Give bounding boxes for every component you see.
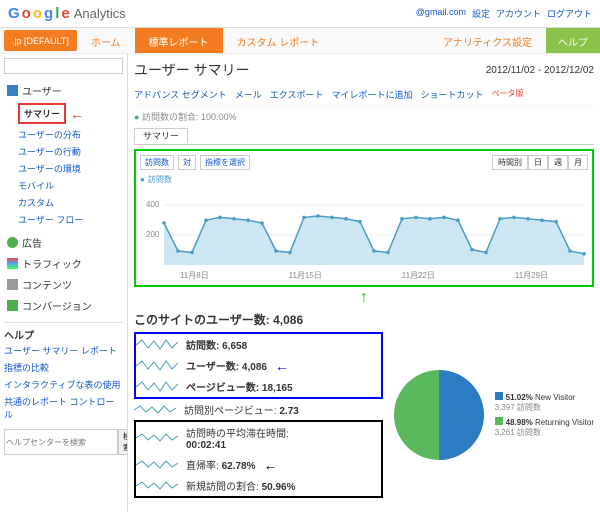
gran-hour[interactable]: 時間別: [492, 155, 528, 170]
x-tick: 11月22日: [402, 270, 435, 281]
pie-legend: 51.02% New Visitor3,397 訪問数 48.98% Retur…: [495, 390, 594, 440]
sparkline: [136, 380, 178, 394]
x-tick: 11月8日: [180, 270, 209, 281]
help-search-input[interactable]: [4, 429, 118, 455]
pie-chart: [389, 365, 489, 465]
gran-month[interactable]: 月: [568, 155, 588, 170]
sidebar-group-conversion[interactable]: コンバージョン: [4, 295, 123, 316]
chart-legend: 訪問数: [140, 172, 588, 187]
toolbar-mail[interactable]: メール: [235, 88, 262, 101]
ad-icon: [7, 237, 18, 248]
link-account[interactable]: アカウント: [496, 7, 541, 20]
sparkline: [136, 338, 178, 352]
sparkline: [136, 479, 178, 493]
line-chart-box: 訪問数 対 指標を選択 時間別 日 週 月 訪問数 400 200 11月8日 …: [134, 149, 594, 287]
help-search-button[interactable]: 検索: [118, 429, 128, 455]
conversion-icon: [7, 300, 18, 311]
sidebar-group-content[interactable]: コンテンツ: [4, 274, 123, 295]
sparkline: [136, 359, 178, 373]
sidebar-item[interactable]: ユーザーの環境: [14, 160, 123, 177]
sparkline: [136, 431, 178, 445]
date-range[interactable]: 2012/11/02 - 2012/12/02: [486, 65, 594, 76]
sparkline: [136, 458, 178, 472]
property-badge[interactable]: .jp [DEFAULT]: [4, 30, 77, 51]
sidebar-group-ads[interactable]: 広告: [4, 232, 123, 253]
sidebar-item[interactable]: ユーザー フロー: [14, 211, 123, 228]
sidebar-item[interactable]: ユーザーの分布: [14, 126, 123, 143]
svg-text:200: 200: [146, 230, 160, 239]
tab-admin[interactable]: アナリティクス設定: [429, 28, 546, 53]
help-title: ヘルプ: [4, 331, 34, 342]
toolbar-shortcut[interactable]: ショートカット: [421, 88, 484, 101]
traffic-icon: [7, 258, 18, 269]
chart-vs: 対: [178, 155, 196, 170]
annotation-arrow-blue: ←: [275, 358, 289, 374]
x-tick: 11月29日: [515, 270, 548, 281]
link-settings[interactable]: 設定: [472, 7, 490, 20]
toolbar-export[interactable]: エクスポート: [270, 88, 324, 101]
page-title: ユーザー サマリー: [134, 60, 250, 80]
legend-swatch-returning: [495, 417, 503, 425]
user-email: @gmail.com: [416, 7, 466, 20]
tab-custom-report[interactable]: カスタム レポート: [223, 28, 334, 53]
annotation-arrow-black: ←: [263, 457, 277, 473]
search-input[interactable]: [4, 58, 123, 74]
help-link[interactable]: 指標の比較: [4, 359, 123, 376]
chart-metric2[interactable]: 指標を選択: [200, 155, 250, 170]
sidebar-item-summary[interactable]: サマリー: [18, 103, 66, 124]
x-tick: 11月15日: [289, 270, 322, 281]
annotation-arrow-red: ←: [70, 106, 84, 122]
tab-home[interactable]: ホーム: [77, 28, 135, 53]
help-link[interactable]: 共通のレポート コントロール: [4, 393, 123, 423]
tab-help[interactable]: ヘルプ: [546, 28, 600, 53]
beta-badge: ベータ版: [492, 88, 524, 101]
sidebar-item[interactable]: モバイル: [14, 177, 123, 194]
toolbar-segment[interactable]: アドバンス セグメント: [134, 88, 227, 101]
content-icon: [7, 279, 18, 290]
help-link[interactable]: ユーザー サマリー レポート: [4, 342, 123, 359]
gran-week[interactable]: 週: [548, 155, 568, 170]
users-title: このサイトのユーザー数: 4,086: [134, 307, 594, 332]
legend-swatch-new: [495, 392, 503, 400]
sidebar-item[interactable]: カスタム: [14, 194, 123, 211]
gran-day[interactable]: 日: [528, 155, 548, 170]
sparkline: [134, 403, 176, 417]
sidebar-group-traffic[interactable]: トラフィック: [4, 253, 123, 274]
annotation-arrow-green: ↑: [134, 289, 594, 307]
metrics-box-blue: 訪問数: 6,658 ユーザー数: 4,086← ページビュー数: 18,165: [134, 332, 383, 399]
link-logout[interactable]: ログアウト: [547, 7, 592, 20]
chart-metric[interactable]: 訪問数: [140, 155, 174, 170]
logo: GoogleAnalytics: [8, 5, 126, 22]
svg-text:400: 400: [146, 200, 160, 209]
sidebar-group-audience[interactable]: ユーザー: [4, 80, 123, 101]
visit-pct: ● 訪問数の割合: 100.00%: [134, 106, 594, 127]
sidebar-item[interactable]: ユーザーの行動: [14, 143, 123, 160]
line-chart: 400 200: [140, 187, 588, 267]
help-link[interactable]: インタラクティブな表の使用: [4, 376, 123, 393]
toolbar-addreport[interactable]: マイレポートに追加: [332, 88, 413, 101]
tab-standard-report[interactable]: 標準レポート: [135, 28, 223, 53]
subtab-summary[interactable]: サマリー: [134, 128, 188, 143]
metrics-box-black: 訪問時の平均滞在時間:00:02:41 直帰率: 62.78%← 新規訪問の割合…: [134, 420, 383, 498]
user-icon: [7, 85, 18, 96]
